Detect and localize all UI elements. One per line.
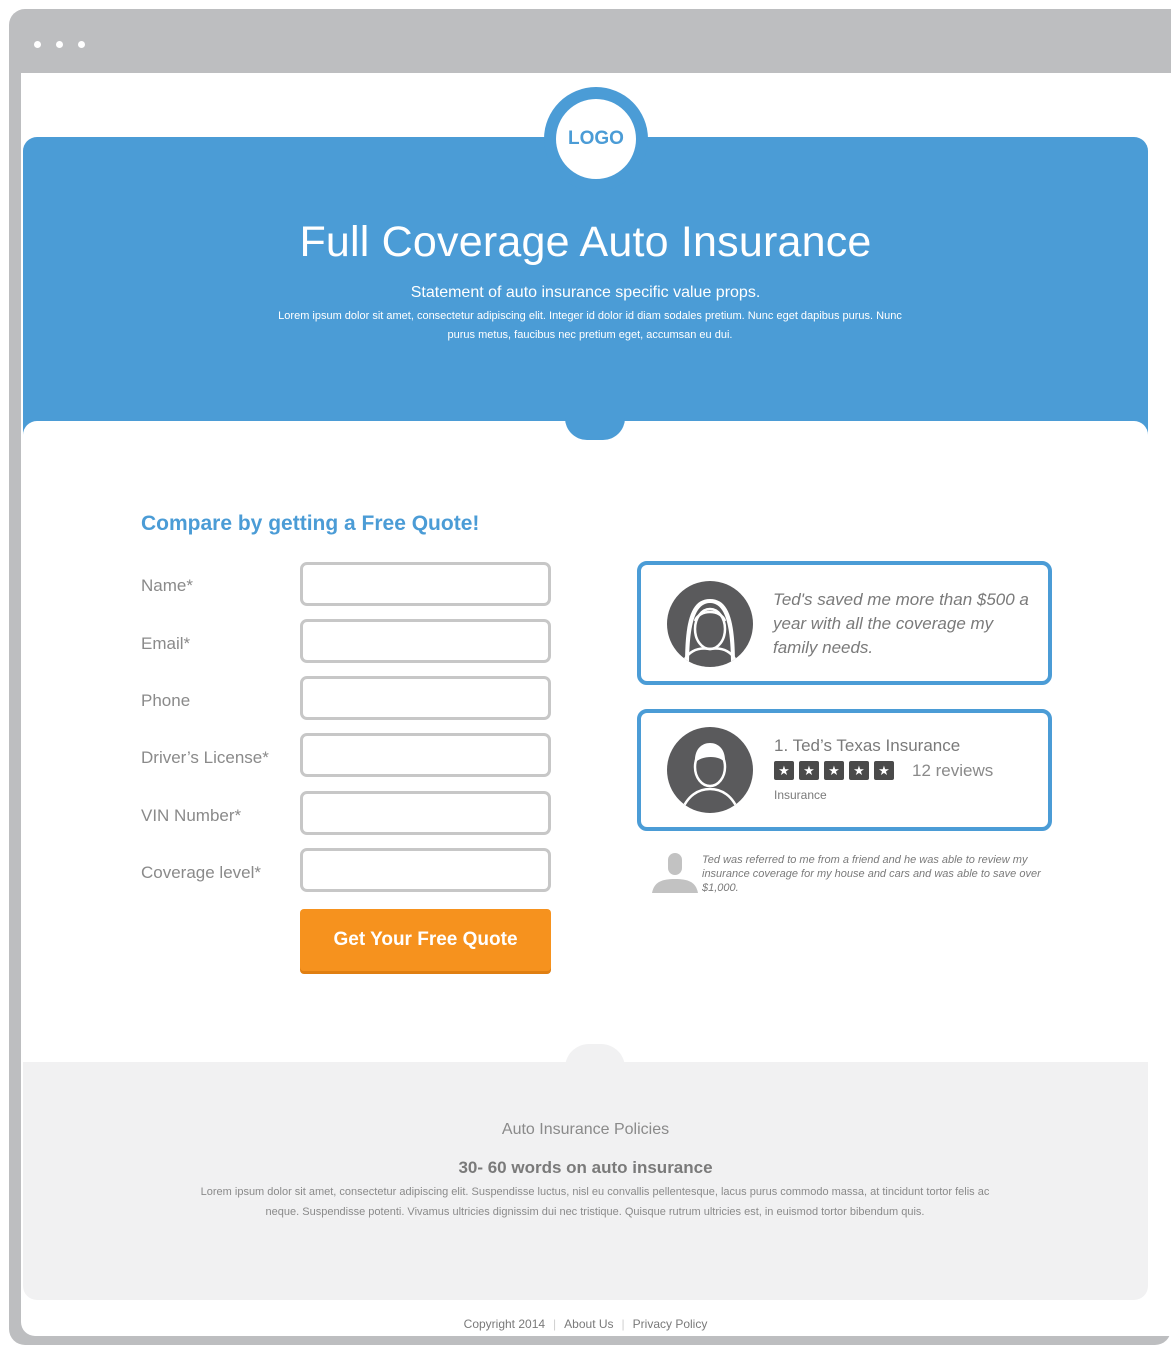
- phone-field[interactable]: [300, 676, 551, 720]
- vin-number-label: VIN Number*: [141, 806, 242, 825]
- footer-divider: |: [553, 1317, 557, 1331]
- review-count[interactable]: 12 reviews: [912, 761, 993, 781]
- logo[interactable]: LOGO: [556, 99, 636, 179]
- star-icon: ★: [774, 761, 794, 780]
- window-dot-icon[interactable]: [34, 41, 41, 48]
- footer: Copyright 2014 | About Us | Privacy Policy: [23, 1317, 1148, 1331]
- info-body-text: Lorem ipsum dolor sit amet, consectetur …: [200, 1186, 990, 1218]
- star-icon: ★: [849, 761, 869, 780]
- info-title: Auto Insurance Policies: [501, 1121, 670, 1138]
- drivers-license-field[interactable]: [300, 733, 551, 777]
- woman-avatar-icon: [667, 581, 753, 667]
- hero-subtitle: Statement of auto insurance specific val…: [410, 284, 761, 301]
- star-icon: ★: [799, 761, 819, 780]
- star-icon: ★: [874, 761, 894, 780]
- business-name[interactable]: 1. Ted’s Texas Insurance: [774, 736, 960, 756]
- email-field[interactable]: [300, 619, 551, 663]
- window-titlebar: [9, 9, 1171, 73]
- business-category: Insurance: [774, 788, 827, 802]
- phone-label: Phone: [141, 691, 191, 710]
- email-label: Email*: [141, 634, 191, 653]
- drivers-license-label: Driver’s License*: [141, 748, 269, 767]
- form-title: Compare by getting a Free Quote!: [141, 512, 480, 535]
- privacy-policy-link[interactable]: Privacy Policy: [633, 1317, 708, 1331]
- window-dot-icon[interactable]: [56, 41, 63, 48]
- coverage-level-label: Coverage level*: [141, 863, 262, 882]
- window-dot-icon[interactable]: [78, 41, 85, 48]
- hero-body-text: Lorem ipsum dolor sit amet, consectetur …: [278, 310, 902, 341]
- get-free-quote-button[interactable]: Get Your Free Quote: [300, 909, 551, 971]
- vin-number-field[interactable]: [300, 791, 551, 835]
- name-field[interactable]: [300, 562, 551, 606]
- hero-title: Full Coverage Auto Insurance: [299, 218, 872, 266]
- info-section: [23, 1062, 1148, 1300]
- person-silhouette-icon: [652, 853, 698, 893]
- info-heading: 30- 60 words on auto insurance: [458, 1158, 713, 1177]
- coverage-level-field[interactable]: [300, 848, 551, 892]
- star-icon: ★: [824, 761, 844, 780]
- name-label: Name*: [141, 576, 193, 595]
- about-us-link[interactable]: About Us: [564, 1317, 613, 1331]
- man-avatar-icon: [667, 727, 753, 813]
- testimonial-quote: Ted's saved me more than $500 a year wit…: [773, 590, 1029, 657]
- footer-divider: |: [621, 1317, 625, 1331]
- copyright-text: Copyright 2014: [463, 1317, 546, 1331]
- referral-text: Ted was referred to me from a friend and…: [702, 854, 1041, 894]
- rating-stars: ★ ★ ★ ★ ★: [774, 761, 894, 780]
